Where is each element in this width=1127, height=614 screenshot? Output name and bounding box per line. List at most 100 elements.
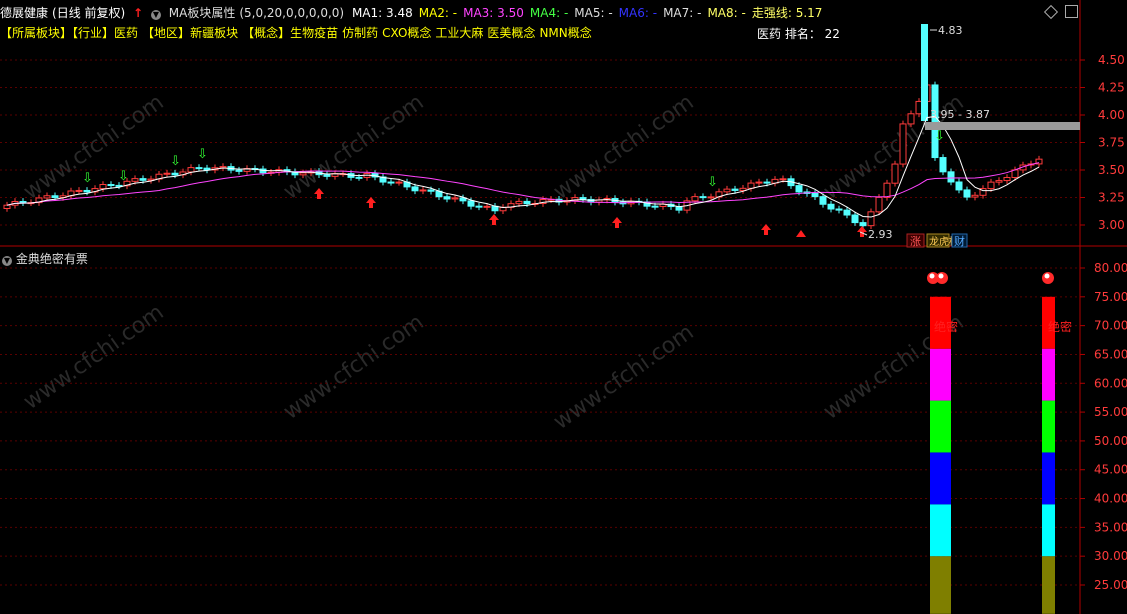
price-tick-label: 4.50: [1098, 53, 1125, 67]
green-down-arrow-icon: ⇩: [118, 169, 129, 184]
red-up-arrow-icon: [612, 217, 622, 228]
candle-body: [755, 181, 763, 184]
candle-body: [867, 211, 875, 227]
candle-body: [3, 204, 11, 209]
signal-ball-highlight: [1044, 273, 1050, 279]
signal-band: [930, 400, 951, 453]
spike-candle: [921, 24, 928, 121]
sub-tick-label: 55.00: [1094, 405, 1127, 419]
sub-tick-label: 45.00: [1094, 463, 1127, 477]
candle-body: [931, 84, 939, 159]
sub-tick-label: 50.00: [1094, 434, 1127, 448]
candle-body: [51, 195, 59, 198]
candle-body: [387, 181, 395, 184]
sub-indicator-title[interactable]: ▼ 金典绝密有票: [2, 250, 88, 267]
signal-band: [930, 452, 951, 505]
price-tick-label: 4.00: [1098, 108, 1125, 122]
watermark-text: www.cfchi.com: [19, 90, 168, 205]
candle-body: [579, 197, 587, 200]
badge-cai-text: 财: [954, 234, 965, 248]
price-tick-label: 3.00: [1098, 218, 1125, 232]
price-tick-label: 3.25: [1098, 191, 1125, 205]
price-tick-label: 4.25: [1098, 81, 1125, 95]
green-down-arrow-icon: ⇩: [934, 129, 945, 144]
candle-body: [1003, 176, 1011, 182]
candle-body: [875, 196, 883, 213]
candle-body: [891, 163, 899, 184]
candle-body: [939, 157, 947, 173]
collapse-toggle-icon[interactable]: ▼: [2, 256, 12, 266]
candle-body: [467, 200, 475, 207]
candle-body: [731, 188, 739, 191]
sub-tick-label: 80.00: [1094, 261, 1127, 275]
candle-body: [779, 178, 787, 181]
candle-body: [107, 184, 115, 187]
candle-body: [515, 200, 523, 205]
candle-body: [795, 185, 803, 193]
sub-tick-label: 65.00: [1094, 347, 1127, 361]
candle-body: [995, 180, 1003, 183]
signal-ball-highlight: [929, 273, 935, 279]
signal-label-2: 绝密: [1048, 319, 1072, 334]
candle-body: [443, 196, 451, 200]
range-label: 3.95 - 3.87: [930, 108, 990, 121]
sub-tick-label: 35.00: [1094, 520, 1127, 534]
candle-body: [987, 181, 995, 190]
signal-ball-highlight: [938, 273, 944, 279]
candle-body: [947, 171, 955, 183]
candle-body: [811, 192, 819, 198]
sub-tick-label: 40.00: [1094, 492, 1127, 506]
candle-body: [355, 176, 363, 179]
candle-body: [139, 178, 147, 181]
candle-body: [171, 172, 179, 176]
candle-body: [707, 196, 715, 199]
candle-body: [907, 113, 915, 125]
candle-body: [955, 181, 963, 191]
candle-body: [75, 189, 83, 192]
candle-body: [899, 123, 907, 165]
sub-indicator-name: 金典绝密有票: [15, 252, 88, 266]
red-up-arrow-icon: [366, 197, 376, 208]
candle-body: [395, 181, 403, 184]
candle-body: [763, 181, 771, 184]
high-label: 4.83: [938, 24, 963, 37]
event-badges[interactable]: 涨 龙虎榜 财: [906, 233, 968, 248]
candle-body: [723, 188, 731, 193]
signal-band: [1042, 556, 1055, 614]
sub-value-ticks: 80.00 75.00 70.00 65.00 60.00 55.00 50.00 45.00…: [1080, 261, 1127, 592]
signal-band: [1042, 348, 1055, 401]
candle-body: [819, 196, 827, 205]
candle-body: [827, 203, 835, 210]
candle-body: [651, 205, 659, 208]
candle-body: [691, 196, 699, 202]
candle-body: [195, 167, 203, 170]
sub-tick-label: 75.00: [1094, 290, 1127, 304]
price-tick-label: 3.75: [1098, 136, 1125, 150]
candle-body: [835, 208, 843, 211]
candlestick-series: [3, 24, 1043, 229]
candle-body: [963, 189, 971, 198]
sub-tick-label: 70.00: [1094, 319, 1127, 333]
candle-body: [475, 205, 483, 208]
signal-band: [930, 556, 951, 614]
watermark-text: www.cfchi.com: [549, 320, 698, 435]
red-up-arrow-icon: [489, 214, 499, 225]
candle-body: [523, 200, 531, 205]
watermark-text: www.cfchi.com: [279, 310, 428, 425]
sub-tick-label: 25.00: [1094, 578, 1127, 592]
candle-body: [323, 174, 331, 177]
signal-band: [930, 504, 951, 557]
price-range-band: [925, 122, 1080, 130]
price-tick-label: 3.50: [1098, 163, 1125, 177]
candle-body: [411, 186, 419, 192]
candle-body: [99, 184, 107, 190]
signal-label-1: 绝密: [934, 319, 958, 334]
red-triangle-icon: [796, 230, 806, 237]
candle-body: [883, 182, 891, 198]
signal-band: [1042, 452, 1055, 505]
candle-body: [699, 196, 707, 199]
candle-body: [131, 178, 139, 182]
candle-body: [83, 189, 91, 193]
candle-body: [299, 172, 307, 176]
badge-zhang-text: 涨: [910, 235, 921, 248]
